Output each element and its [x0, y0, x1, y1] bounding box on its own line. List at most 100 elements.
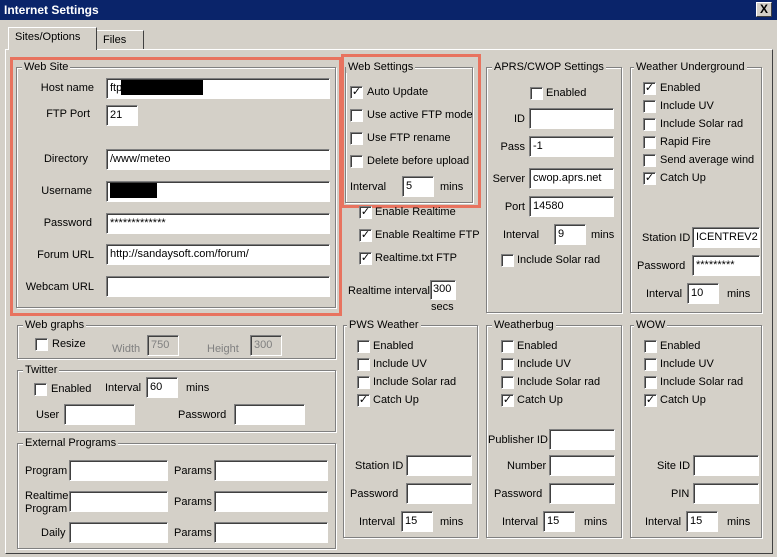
wb-publisher-input[interactable]	[549, 429, 615, 450]
twitter-enabled-checkbox[interactable]	[34, 383, 47, 396]
aprs-server-input[interactable]: cwop.aprs.net	[529, 168, 614, 189]
wu-send-avg-label: Send average wind	[660, 154, 755, 166]
aprs-pass-input[interactable]: -1	[529, 136, 614, 157]
window-title: Internet Settings	[4, 3, 99, 17]
wow-interval-input[interactable]: 15	[686, 511, 718, 532]
wu-interval-value: 10	[691, 287, 704, 299]
wu-password-input[interactable]: *********	[692, 255, 760, 276]
highlight-box-web-settings	[341, 54, 481, 208]
close-button[interactable]: X	[756, 2, 772, 17]
realtime-interval-label: Realtime interval	[348, 285, 430, 297]
wow-group	[630, 325, 762, 538]
realtime-txt-checkbox[interactable]: ✓	[359, 252, 372, 265]
wu-solar-checkbox[interactable]	[643, 118, 656, 131]
pws-interval-value: 15	[405, 515, 418, 527]
wu-station-input[interactable]: ICENTREV2	[692, 227, 760, 248]
wu-password-label: Password	[637, 260, 686, 272]
wb-enabled-label: Enabled	[517, 340, 558, 352]
tab-files[interactable]: Files	[96, 30, 144, 50]
highlight-box-website	[10, 57, 342, 316]
realtime-interval-input[interactable]: 300	[430, 280, 456, 300]
wb-uv-checkbox[interactable]	[501, 358, 514, 371]
pws-solar-label: Include Solar rad	[373, 376, 457, 388]
twitter-interval-input[interactable]: 60	[146, 377, 178, 398]
pws-station-input[interactable]	[406, 455, 472, 476]
program-params-input[interactable]	[214, 460, 328, 481]
wow-interval-label: Interval	[645, 516, 682, 528]
wb-interval-label: Interval	[502, 516, 539, 528]
enable-realtime-checkbox[interactable]: ✓	[359, 206, 372, 219]
enable-realtime-ftp-checkbox[interactable]: ✓	[359, 229, 372, 242]
wow-enabled-checkbox[interactable]	[644, 340, 657, 353]
daily-params-input[interactable]	[214, 522, 328, 543]
wb-solar-checkbox[interactable]	[501, 376, 514, 389]
aprs-id-input[interactable]	[529, 108, 614, 129]
aprs-interval-input[interactable]: 9	[554, 224, 586, 245]
wb-password-input[interactable]	[549, 483, 615, 504]
wow-pin-input[interactable]	[693, 483, 759, 504]
pws-password-label: Password	[350, 488, 399, 500]
aprs-pass-value: -1	[533, 140, 543, 152]
tab-sites-options[interactable]: Sites/Options	[8, 27, 97, 50]
wow-solar-checkbox[interactable]	[644, 376, 657, 389]
pws-uv-checkbox[interactable]	[357, 358, 370, 371]
wu-catchup-checkbox[interactable]: ✓	[643, 172, 656, 185]
wu-rapid-fire-label: Rapid Fire	[660, 136, 711, 148]
enable-realtime-label: Enable Realtime	[375, 206, 456, 218]
wb-enabled-checkbox[interactable]	[501, 340, 514, 353]
wow-uv-checkbox[interactable]	[644, 358, 657, 371]
wb-interval-value: 15	[547, 515, 560, 527]
program-input[interactable]	[69, 460, 168, 481]
realtime-program-input[interactable]	[69, 491, 168, 512]
wu-station-label: Station ID	[642, 232, 691, 244]
aprs-server-label: Server	[492, 173, 525, 185]
wu-rapid-fire-checkbox[interactable]	[643, 136, 656, 149]
wow-enabled-label: Enabled	[660, 340, 701, 352]
pws-password-input[interactable]	[406, 483, 472, 504]
aprs-interval-unit: mins	[591, 229, 615, 241]
pws-interval-input[interactable]: 15	[401, 511, 433, 532]
wb-catchup-label: Catch Up	[517, 394, 563, 406]
close-icon: X	[759, 2, 768, 16]
wu-interval-input[interactable]: 10	[687, 283, 719, 304]
weatherbug-legend: Weatherbug	[492, 319, 556, 331]
aprs-solar-checkbox[interactable]	[501, 254, 514, 267]
aprs-port-input[interactable]: 14580	[529, 196, 614, 217]
twitter-password-input[interactable]	[234, 404, 305, 425]
wu-catchup-label: Catch Up	[660, 172, 706, 184]
aprs-port-value: 14580	[533, 200, 564, 212]
wu-enabled-checkbox[interactable]: ✓	[643, 82, 656, 95]
pws-solar-checkbox[interactable]	[357, 376, 370, 389]
realtime-program-label: Realtime Program	[25, 490, 69, 515]
aprs-solar-label: Include Solar rad	[517, 254, 601, 266]
wu-station-value: ICENTREV2	[696, 231, 758, 243]
realtime-params-input[interactable]	[214, 491, 328, 512]
graph-height-input[interactable]: 300	[250, 335, 282, 356]
wow-catchup-checkbox[interactable]: ✓	[644, 394, 657, 407]
daily-input[interactable]	[69, 522, 168, 543]
realtime-params-label: Params	[174, 496, 212, 508]
twitter-interval-label: Interval	[105, 382, 142, 394]
graph-width-input[interactable]: 750	[147, 335, 179, 356]
wow-site-input[interactable]	[693, 455, 759, 476]
wu-send-avg-checkbox[interactable]	[643, 154, 656, 167]
wu-password-value: *********	[696, 259, 735, 271]
resize-checkbox[interactable]	[35, 338, 48, 351]
pws-catchup-checkbox[interactable]: ✓	[357, 394, 370, 407]
daily-label: Daily	[41, 527, 66, 539]
wu-uv-checkbox[interactable]	[643, 100, 656, 113]
aprs-enabled-checkbox[interactable]	[530, 87, 543, 100]
pws-enabled-checkbox[interactable]	[357, 340, 370, 353]
wu-interval-unit: mins	[727, 288, 751, 300]
wb-solar-label: Include Solar rad	[517, 376, 601, 388]
wunderground-legend: Weather Underground	[634, 61, 747, 73]
wb-number-input[interactable]	[549, 455, 615, 476]
twitter-user-input[interactable]	[64, 404, 135, 425]
graph-height-value: 300	[254, 339, 273, 351]
twitter-password-label: Password	[178, 409, 227, 421]
wb-interval-input[interactable]: 15	[543, 511, 575, 532]
wb-catchup-checkbox[interactable]: ✓	[501, 394, 514, 407]
wb-password-label: Password	[494, 488, 543, 500]
twitter-user-label: User	[36, 409, 60, 421]
twitter-legend: Twitter	[23, 364, 60, 376]
